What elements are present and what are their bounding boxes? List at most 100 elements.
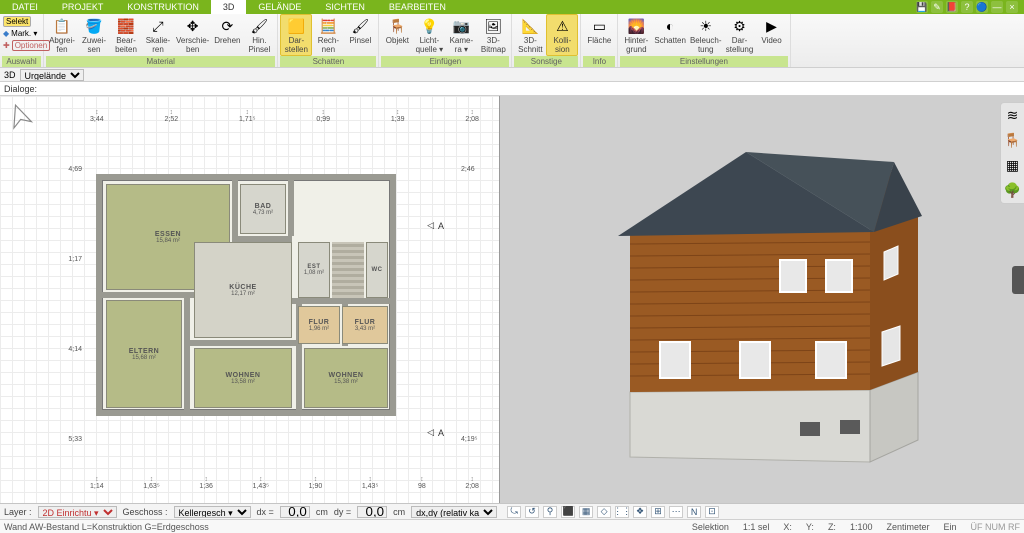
- selekt-button[interactable]: Selekt: [3, 16, 31, 27]
- menu-bearbeiten[interactable]: BEARBEITEN: [377, 0, 458, 14]
- geschoss-label: Geschoss :: [123, 507, 168, 517]
- info-icon[interactable]: 🔵: [976, 1, 988, 13]
- plants-icon[interactable]: 🌳: [1004, 182, 1021, 199]
- darstell2-icon: ⚙: [731, 17, 749, 35]
- close-icon[interactable]: ×: [1006, 1, 1018, 13]
- bb-icon-4[interactable]: ▦: [579, 506, 593, 518]
- menu-konstruktion[interactable]: KONSTRUKTION: [115, 0, 211, 14]
- menu-datei[interactable]: DATEI: [0, 0, 50, 14]
- room-wc: WC: [366, 242, 388, 298]
- video-button[interactable]: ▶Video: [756, 14, 788, 56]
- room-wohnen1: WOHNEN13,58 m²: [194, 348, 292, 408]
- 2d-viewport[interactable]: 3;442;521,71⁵0;991;392;08 1;141,63⁵1;361…: [0, 96, 499, 503]
- skalieren-button[interactable]: ⤢Skalie- ren: [142, 14, 174, 56]
- beleucht-button[interactable]: ☀Beleuch- tung: [688, 14, 724, 56]
- help-icon[interactable]: ?: [961, 1, 973, 13]
- pinsel2-icon: 🖌: [351, 17, 369, 35]
- room-kueche: KÜCHE12,17 m²: [194, 242, 292, 338]
- rechnen-button[interactable]: 🧮Rech- nen: [312, 14, 344, 56]
- bb-icon-11[interactable]: ⊡: [705, 506, 719, 518]
- menu-projekt[interactable]: PROJEKT: [50, 0, 116, 14]
- group-einfuegen: Einfügen: [381, 56, 509, 67]
- bb-icon-3[interactable]: ⬛: [561, 506, 575, 518]
- drehen-icon: ⟳: [218, 17, 236, 35]
- dx-input[interactable]: [280, 506, 310, 518]
- pinsel2-button[interactable]: 🖌Pinsel: [344, 14, 376, 56]
- rechnen-icon: 🧮: [319, 17, 337, 35]
- flaeche-button[interactable]: ▭Fläche: [583, 14, 615, 56]
- bb-icon-2[interactable]: ⚲: [543, 506, 557, 518]
- kollision-button[interactable]: ⚠Kolli- sion: [546, 14, 578, 56]
- drehen-button[interactable]: ⟳Drehen: [211, 14, 243, 56]
- flaeche-icon: ▭: [590, 17, 608, 35]
- room-flur1: FLUR1,96 m²: [298, 306, 340, 344]
- schnitt-icon: 📐: [521, 17, 539, 35]
- mark-dropdown[interactable]: Mark. ▾: [11, 29, 37, 38]
- layer-label: Layer :: [4, 507, 32, 517]
- pen-icon[interactable]: ✎: [931, 1, 943, 13]
- ribbon: Selekt ◆Mark. ▾ ✚Optionen Auswahl 📋Abgre…: [0, 14, 1024, 68]
- urgelaende-select[interactable]: Urgelände: [20, 69, 84, 81]
- verschieben-button[interactable]: ✥Verschie- ben: [174, 14, 211, 56]
- title-help-icons: 💾 ✎ 📕 ? 🔵 — ×: [916, 0, 1024, 14]
- minimize-icon[interactable]: —: [991, 1, 1003, 13]
- room-eltern: ELTERN15,68 m²: [106, 300, 182, 408]
- schatten2-icon: ◐: [661, 17, 679, 35]
- licht-button[interactable]: 💡Licht- quelle ▾: [413, 14, 445, 56]
- bearbeiten-button[interactable]: 🧱Bear- beiten: [110, 14, 142, 56]
- zuweisen-button[interactable]: 🪣Zuwei- sen: [78, 14, 110, 56]
- 3d-viewport[interactable]: ≋ 🪑 ▦ 🌳: [499, 96, 1024, 503]
- book-icon[interactable]: 📕: [946, 1, 958, 13]
- room-flur2: FLUR3,43 m²: [342, 306, 388, 344]
- bb-icon-8[interactable]: ⊞: [651, 506, 665, 518]
- darstell2-button[interactable]: ⚙Dar- stellung: [724, 14, 756, 56]
- objekt-button[interactable]: 🪑Objekt: [381, 14, 413, 56]
- bb-icon-9[interactable]: ⋯: [669, 506, 683, 518]
- schatten2-button[interactable]: ◐Schatten: [652, 14, 688, 56]
- kamera-button[interactable]: 📷Kame- ra ▾: [445, 14, 477, 56]
- side-panel: ≋ 🪑 ▦ 🌳: [1000, 102, 1024, 204]
- bb-icon-0[interactable]: ⤿: [507, 506, 521, 518]
- geschoss-select[interactable]: Kellergesch ▾: [174, 506, 251, 518]
- objekt-icon: 🪑: [388, 17, 406, 35]
- menu-3d[interactable]: 3D: [211, 0, 247, 14]
- darstellen-button[interactable]: 🟨Dar- stellen: [280, 14, 312, 56]
- floor-plan[interactable]: ESSEN15,84 m² BAD4,73 m² KÜCHE12,17 m² E…: [96, 174, 396, 416]
- furniture-icon[interactable]: 🪑: [1004, 132, 1021, 149]
- menu-gelaende[interactable]: GELÄNDE: [246, 0, 313, 14]
- group-auswahl: Auswahl: [2, 56, 41, 67]
- status-scale: 1:100: [850, 522, 873, 532]
- room-bad: BAD4,73 m²: [240, 184, 286, 234]
- bb-icon-6[interactable]: ⋮⋮: [615, 506, 629, 518]
- dim-bottom: 1;141,63⁵1;361,43⁵1;901,43⁵982;08: [90, 471, 479, 495]
- coord-mode-select[interactable]: dx,dy (relativ ka: [411, 506, 497, 518]
- bb-icon-5[interactable]: ◇: [597, 506, 611, 518]
- dialoge-bar: Dialoge:: [0, 82, 1024, 96]
- bb-icon-1[interactable]: ↺: [525, 506, 539, 518]
- hinter-button[interactable]: 🌄Hinter- grund: [620, 14, 652, 56]
- section-marker-a-top: ◁A: [427, 220, 444, 231]
- hinpinsel-icon: 🖌: [250, 17, 268, 35]
- bottom-bar: Layer : 2D Einrichtu ▾ Geschoss : Keller…: [0, 503, 1024, 519]
- schnitt-button[interactable]: 📐3D- Schnitt: [514, 14, 546, 56]
- disk-icon[interactable]: 💾: [916, 1, 928, 13]
- layers-icon[interactable]: ≋: [1007, 107, 1019, 124]
- abgreifen-icon: 📋: [53, 17, 71, 35]
- menu-sichten[interactable]: SICHTEN: [313, 0, 377, 14]
- bitmap-button[interactable]: 🖼3D- Bitmap: [477, 14, 509, 56]
- room-est: EST1,08 m²: [298, 242, 330, 298]
- section-marker-a-bottom: ◁A: [427, 427, 444, 438]
- group-material: Material: [46, 56, 275, 67]
- status-unit: Zentimeter: [886, 522, 929, 532]
- materials-icon[interactable]: ▦: [1006, 157, 1019, 174]
- panel-pull-tab[interactable]: [1012, 266, 1024, 294]
- zuweisen-icon: 🪣: [85, 17, 103, 35]
- bb-icon-10[interactable]: N: [687, 506, 701, 518]
- layer-select[interactable]: 2D Einrichtu ▾: [38, 506, 117, 518]
- quick-bar: 3D Urgelände: [0, 68, 1024, 82]
- abgreifen-button[interactable]: 📋Abgrei- fen: [46, 14, 78, 56]
- bb-icon-7[interactable]: ❖: [633, 506, 647, 518]
- hinpinsel-button[interactable]: 🖌Hin. Pinsel: [243, 14, 275, 56]
- dy-input[interactable]: [357, 506, 387, 518]
- beleucht-icon: ☀: [697, 17, 715, 35]
